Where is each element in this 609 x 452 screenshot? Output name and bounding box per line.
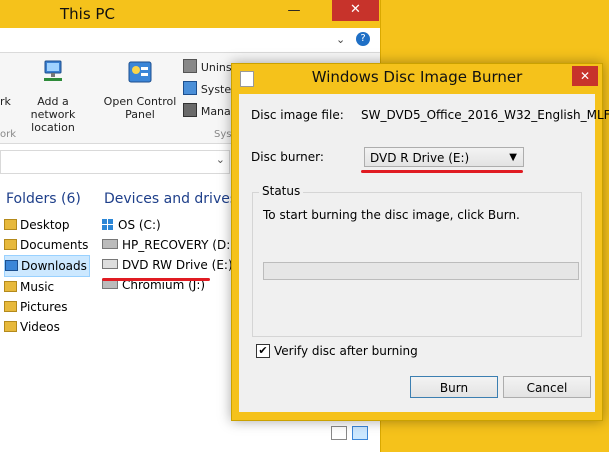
folder-label: Music [20,280,55,294]
ribbon-group-label-system: Sys [214,129,232,140]
status-message: To start burning the disc image, click B… [263,208,520,222]
hard-drive-icon [102,239,118,249]
open-control-panel-button[interactable]: Open Control Panel [100,59,180,123]
folder-item-videos[interactable]: Videos [4,317,90,337]
downloads-icon [5,260,18,271]
windows-drive-icon [102,219,114,231]
verify-disc-label[interactable]: Verify disc after burning [274,344,418,358]
folder-item-desktop[interactable]: Desktop [4,215,90,235]
manage-label: Mana [200,105,231,118]
explorer-titlebar: This PC — ☐ ✕ [0,0,380,28]
folder-item-music[interactable]: Music [4,277,90,297]
folder-icon [4,321,17,332]
folder-item-pictures[interactable]: Pictures [4,297,90,317]
drive-label: DVD RW Drive (E:) [122,258,233,272]
chevron-down-icon[interactable]: ⌄ [336,33,345,46]
manage-icon [183,103,197,117]
devices-heading: Devices and drives [104,191,238,207]
dialog-title: Windows Disc Image Burner [311,68,523,86]
help-icon[interactable]: ? [356,32,370,46]
network-location-icon [42,59,62,81]
drive-label: HP_RECOVERY (D:) [122,238,235,252]
cancel-button[interactable]: Cancel [503,376,591,398]
status-group-label: Status [259,184,304,198]
folder-label: Videos [20,320,60,334]
folder-label: Pictures [20,300,68,314]
folders-heading: Folders (6) [6,191,81,207]
disc-image-file-label: Disc image file: [251,108,344,122]
control-panel-icon [128,61,152,88]
dialog-content: Disc image file: SW_DVD5_Office_2016_W32… [239,94,609,412]
ribbon-small-item-uninstall[interactable]: Unins [183,59,232,74]
burn-progress-bar [263,262,579,280]
folder-label: Downloads [21,259,87,273]
drive-label: OS (C:) [118,218,161,232]
annotation-underline-disc-burner [361,170,523,173]
address-bar[interactable]: ⌄ [0,150,230,174]
disc-burner-selected-value: DVD R Drive (E:) [370,151,470,165]
folder-icon [4,219,17,230]
folder-item-downloads[interactable]: Downloads [4,255,90,277]
chevron-down-icon: ▼ [509,152,517,163]
chevron-down-icon[interactable]: ⌄ [216,153,225,166]
minimize-button[interactable]: — [278,0,310,22]
explorer-title: This PC [60,5,115,23]
close-button[interactable]: ✕ [332,0,379,21]
uninstall-icon [183,59,197,73]
disc-burner-label: Disc burner: [251,150,324,164]
disc-image-burner-dialog: Windows Disc Image Burner ✕ Disc image f… [231,63,609,421]
large-icons-view-icon[interactable] [352,426,368,440]
folder-label: Desktop [20,218,70,232]
open-control-panel-label: Open Control Panel [103,95,177,121]
details-view-icon[interactable] [331,426,347,440]
ribbon-cut-label[interactable]: rk [0,95,11,108]
folder-icon [4,301,17,312]
ribbon-tab-bar: ⌄ ? [0,28,380,53]
drive-item-os[interactable]: OS (C:) [102,215,228,235]
drive-item-dvd-rw[interactable]: DVD RW Drive (E:) [102,255,233,275]
drives-list: OS (C:) HP_RECOVERY (D:) DVD RW Drive (E… [102,215,235,295]
add-network-location-label: Add a network location [30,95,76,134]
folder-icon [4,239,17,250]
disc-image-file-value: SW_DVD5_Office_2016_W32_English_MLF_X [361,108,609,122]
dialog-close-button[interactable]: ✕ [572,66,598,86]
ribbon-group-label-network: ork [0,129,17,140]
folder-label: Documents [20,238,89,252]
disc-burner-dropdown[interactable]: DVD R Drive (E:) ▼ [364,147,524,167]
burn-button[interactable]: Burn [410,376,498,398]
ribbon-small-item-system[interactable]: Syster [183,81,236,96]
verify-disc-checkbox[interactable]: ✔ [256,344,270,358]
folder-icon [4,281,17,292]
annotation-underline-dvd-drive [102,278,210,281]
uninstall-label: Unins [200,61,232,74]
checkmark-icon: ✔ [258,344,268,357]
dvd-drive-icon [102,259,118,269]
folder-item-documents[interactable]: Documents [4,235,90,255]
drive-item-hp-recovery[interactable]: HP_RECOVERY (D:) [102,235,235,255]
folders-list: Desktop Documents Downloads Music Pictur… [4,215,90,337]
ribbon-small-item-manage[interactable]: Mana [183,103,231,118]
system-properties-icon [183,81,197,95]
add-network-location-button[interactable]: Add a network location [14,59,92,134]
